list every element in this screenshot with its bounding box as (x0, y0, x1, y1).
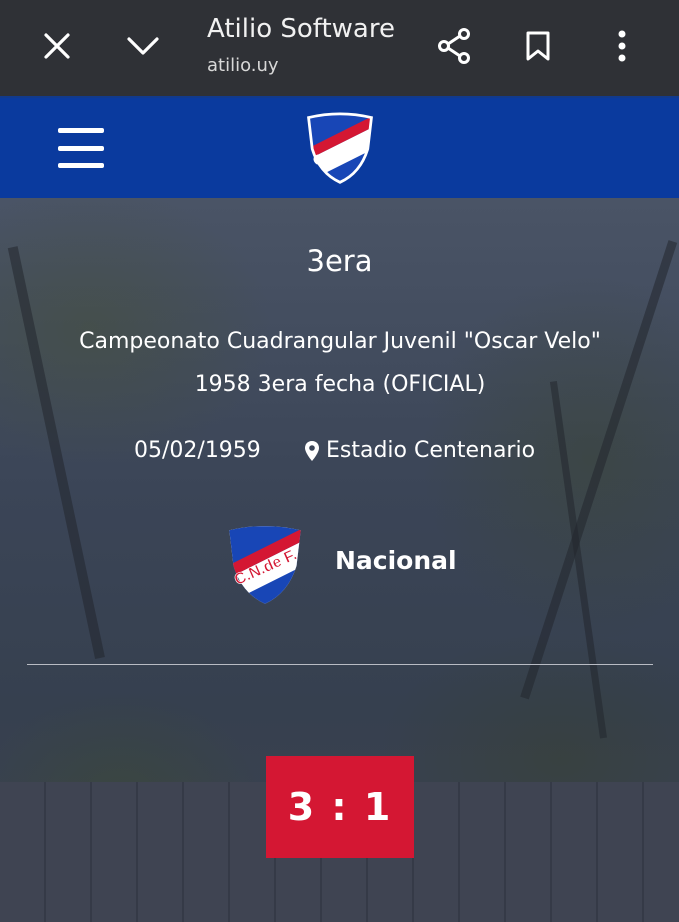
page-url: atilio.uy (207, 55, 279, 76)
club-logo[interactable]: C.N.de F. (302, 112, 378, 186)
menu-icon-bar (58, 128, 104, 133)
match-category: 3era (306, 244, 373, 278)
team-name: Nacional (335, 546, 457, 575)
tournament-name: Campeonato Cuadrangular Juvenil "Oscar V… (40, 320, 640, 406)
match-location[interactable]: Estadio Centenario (304, 438, 535, 463)
share-icon (438, 28, 470, 64)
menu-icon-bar (58, 145, 104, 151)
more-vert-icon (618, 30, 626, 62)
menu-icon-bar (58, 163, 104, 168)
bookmark-icon (526, 31, 550, 61)
browser-toolbar: Atilio Software atilio.uy (0, 0, 679, 96)
match-date: 05/02/1959 (134, 438, 261, 463)
more-options-button[interactable] (598, 22, 646, 70)
section-divider (27, 664, 653, 665)
page-title: Atilio Software (207, 14, 395, 44)
map-pin-icon (305, 440, 319, 461)
menu-button[interactable] (58, 128, 104, 168)
stadium-name: Estadio Centenario (326, 438, 536, 463)
team-logo: C.N.de F. (229, 526, 301, 604)
chevron-down-icon (127, 37, 159, 55)
background-tree (520, 240, 678, 700)
tournament-line-1: Campeonato Cuadrangular Juvenil "Oscar V… (79, 329, 601, 354)
tournament-line-2: 1958 3era fecha (OFICIAL) (194, 372, 486, 397)
share-button[interactable] (430, 22, 478, 70)
close-icon (44, 33, 70, 59)
site-header: C.N.de F. (0, 96, 679, 200)
collapse-button[interactable] (119, 22, 167, 70)
background-tree (7, 246, 105, 660)
score-badge: 3 : 1 (266, 756, 414, 858)
bookmark-button[interactable] (514, 22, 562, 70)
background-tree (549, 381, 607, 739)
close-button[interactable] (33, 22, 81, 70)
